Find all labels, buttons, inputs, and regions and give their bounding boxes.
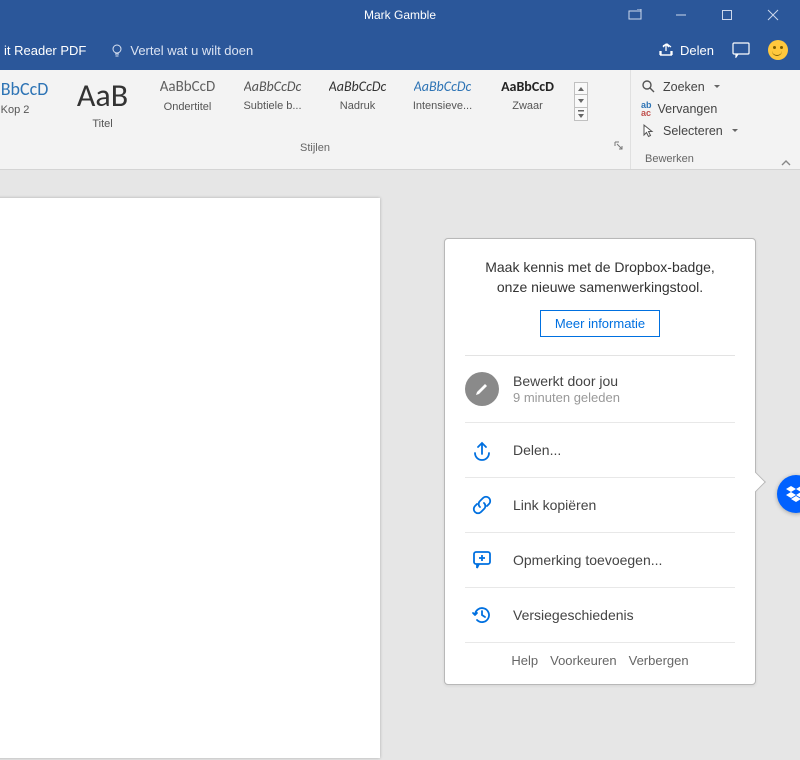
window-minimize-icon[interactable] xyxy=(658,0,704,30)
style-tile-kop-2[interactable]: AaBbCcD Kop 2 xyxy=(0,76,60,116)
search-icon xyxy=(641,79,657,95)
ribbon-tabs-bar: it Reader PDF Vertel wat u wilt doen Del… xyxy=(0,30,800,70)
style-label: Titel xyxy=(92,118,112,130)
window-titlebar: Mark Gamble xyxy=(0,0,800,30)
preferences-link[interactable]: Voorkeuren xyxy=(550,653,617,668)
style-preview: AaB xyxy=(77,80,128,112)
history-icon xyxy=(465,604,499,626)
style-tile-titel[interactable]: AaB Titel xyxy=(60,76,145,130)
replace-button[interactable]: abac Vervangen xyxy=(641,98,792,120)
style-preview: AaBbCcD xyxy=(0,80,48,98)
style-preview: AaBbCcDc xyxy=(414,80,472,94)
style-preview: AaBbCcD xyxy=(160,80,215,95)
style-label: Ondertitel xyxy=(164,101,212,113)
edited-time-label: 9 minuten geleden xyxy=(513,390,620,405)
editing-group-label: Bewerken xyxy=(641,149,792,169)
ribbon: AaBbCcDKop 2AaBTitelAaBbCcDOndertitelAaB… xyxy=(0,70,800,170)
edited-by-row: Bewerkt door jou 9 minuten geleden xyxy=(465,356,735,423)
more-info-button[interactable]: Meer informatie xyxy=(540,310,660,337)
style-label: Intensieve... xyxy=(413,100,472,112)
styles-down-icon[interactable] xyxy=(574,95,588,108)
dropbox-badge-icon[interactable] xyxy=(777,475,800,513)
style-tile-zwaar[interactable]: AaBbCcD Zwaar xyxy=(485,76,570,112)
style-tile-intensieve-[interactable]: AaBbCcDc Intensieve... xyxy=(400,76,485,112)
hide-link[interactable]: Verbergen xyxy=(629,653,689,668)
add-comment-row[interactable]: Opmerking toevoegen... xyxy=(465,533,735,588)
style-preview: AaBbCcD xyxy=(501,80,554,94)
share-icon xyxy=(658,43,674,57)
tell-me-placeholder: Vertel wat u wilt doen xyxy=(130,43,253,58)
styles-dialog-launcher-icon[interactable] xyxy=(614,141,624,154)
edited-by-label: Bewerkt door jou xyxy=(513,373,620,389)
style-label: Kop 2 xyxy=(1,104,30,116)
panel-callout-arrow xyxy=(746,472,766,492)
share-button[interactable]: Delen xyxy=(658,43,714,58)
dropbox-footer: Help Voorkeuren Verbergen xyxy=(465,643,735,668)
tell-me-search[interactable]: Vertel wat u wilt doen xyxy=(110,43,253,58)
find-button[interactable]: Zoeken xyxy=(641,76,792,98)
document-page[interactable] xyxy=(0,198,380,758)
comment-icon xyxy=(465,549,499,571)
style-tile-nadruk[interactable]: AaBbCcDc Nadruk xyxy=(315,76,400,112)
replace-label: Vervangen xyxy=(658,102,718,116)
styles-more-icon[interactable] xyxy=(574,108,588,121)
document-area: Maak kennis met de Dropbox-badge, onze n… xyxy=(0,170,800,760)
version-history-label: Versiegeschiedenis xyxy=(513,607,634,623)
ribbon-display-options-icon[interactable] xyxy=(612,0,658,30)
pencil-icon xyxy=(465,372,499,406)
share-label: Delen xyxy=(680,43,714,58)
window-close-icon[interactable] xyxy=(750,0,796,30)
editing-group: Zoeken abac Vervangen Selecteren Bewerke… xyxy=(630,70,800,169)
share-label: Delen... xyxy=(513,442,561,458)
window-maximize-icon[interactable] xyxy=(704,0,750,30)
lightbulb-icon xyxy=(110,43,124,57)
version-history-row[interactable]: Versiegeschiedenis xyxy=(465,588,735,643)
replace-icon: abac xyxy=(641,101,652,117)
dropbox-intro-text: Maak kennis met de Dropbox-badge, onze n… xyxy=(465,257,735,298)
cursor-icon xyxy=(641,123,657,139)
feedback-icon[interactable] xyxy=(732,42,750,58)
share-row[interactable]: Delen... xyxy=(465,423,735,478)
tab-foxit-reader-pdf[interactable]: it Reader PDF xyxy=(4,43,86,58)
select-label: Selecteren xyxy=(663,124,723,138)
style-label: Zwaar xyxy=(512,100,543,112)
add-comment-label: Opmerking toevoegen... xyxy=(513,552,662,568)
style-tile-ondertitel[interactable]: AaBbCcD Ondertitel xyxy=(145,76,230,113)
link-icon xyxy=(465,494,499,516)
copy-link-label: Link kopiëren xyxy=(513,497,596,513)
dropbox-badge-panel: Maak kennis met de Dropbox-badge, onze n… xyxy=(444,238,756,685)
style-label: Nadruk xyxy=(340,100,375,112)
help-link[interactable]: Help xyxy=(511,653,538,668)
find-label: Zoeken xyxy=(663,80,705,94)
titlebar-username: Mark Gamble xyxy=(364,8,436,22)
styles-group-label: Stijlen xyxy=(300,142,330,154)
styles-group: AaBbCcDKop 2AaBTitelAaBbCcDOndertitelAaB… xyxy=(0,70,630,169)
style-tile-subtiele-b-[interactable]: AaBbCcDc Subtiele b... xyxy=(230,76,315,112)
smiley-icon[interactable] xyxy=(768,40,788,60)
style-preview: AaBbCcDc xyxy=(329,80,387,94)
select-button[interactable]: Selecteren xyxy=(641,120,792,142)
style-label: Subtiele b... xyxy=(243,100,301,112)
style-preview: AaBbCcDc xyxy=(244,80,302,94)
chevron-down-icon xyxy=(731,127,739,135)
upload-icon xyxy=(465,439,499,461)
copy-link-row[interactable]: Link kopiëren xyxy=(465,478,735,533)
chevron-down-icon xyxy=(713,83,721,91)
styles-up-icon[interactable] xyxy=(574,82,588,95)
